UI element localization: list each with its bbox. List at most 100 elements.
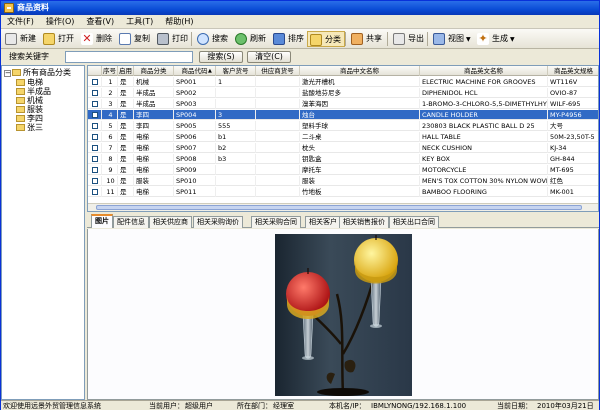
- tab-0[interactable]: 图片: [91, 214, 113, 228]
- search-submit-button[interactable]: 搜索(S): [199, 51, 243, 63]
- table-cell-col-en-name: HALL TABLE: [420, 132, 548, 142]
- table-row[interactable]: 2 是半成品 SP002 盐酸地芬尼多 DIPHENIDOL HCL OVIO-87: [88, 88, 598, 98]
- table-row[interactable]: 6 是电梯 SP006 b1 二斗桌 HALL TABLE 50M-23,50T-5: [88, 132, 598, 142]
- category-button[interactable]: 分类: [307, 31, 345, 47]
- tree-item[interactable]: 电梯: [16, 78, 43, 87]
- table-cell-col-category: 电梯: [134, 154, 174, 164]
- table-row[interactable]: 7 是电梯 SP007 b2 枕头 NECK CUSHION KJ-34: [88, 143, 598, 153]
- table-cell-col-enabled: 是: [118, 143, 134, 153]
- column-header-col-enabled[interactable]: 启用: [118, 66, 134, 76]
- product-table: 序号 启用 商品分类 商品代码 客户货号 供应商货号 商品中文名称 商品英文名称 商品英文规格 ▲…: [87, 65, 599, 212]
- tab-5[interactable]: 相关客户: [305, 216, 341, 228]
- search-button[interactable]: 搜索: [195, 31, 231, 47]
- menu-tools[interactable]: 工具(T): [120, 15, 159, 29]
- menu-file[interactable]: 文件(F): [1, 15, 40, 29]
- row-checkbox-cell: [88, 187, 102, 197]
- row-checkbox[interactable]: [92, 178, 98, 184]
- tree-item[interactable]: 半成品: [16, 87, 51, 96]
- table-cell-col-cn-name: 二斗桌: [300, 132, 420, 142]
- table-cell-col-customer-no: 555: [216, 121, 256, 131]
- row-checkbox[interactable]: [92, 189, 98, 195]
- tab-4[interactable]: 相关采购合同: [251, 216, 301, 228]
- column-header-col-index[interactable]: 序号: [102, 66, 118, 76]
- folder-icon: [16, 115, 25, 122]
- export-button[interactable]: 导出: [391, 31, 427, 47]
- generate-dropdown[interactable]: ✦ 生成 ▼: [475, 31, 518, 47]
- table-row[interactable]: 10 是服装 SP010 服装 MEN'S TOX COTTON 30% NYLON W…: [88, 176, 598, 186]
- table-row[interactable]: 11 是电梯 SP011 竹地板 BAMBOO FLOORING MK-001: [88, 187, 598, 197]
- menu-operate[interactable]: 操作(O): [40, 15, 81, 29]
- tab-3[interactable]: 相关采购询价: [193, 216, 243, 228]
- table-row[interactable]: 5 是李四 SP005 555 塑料手球 230803 BLACK PLASTIC BAL…: [88, 121, 598, 131]
- row-checkbox[interactable]: [92, 156, 98, 162]
- refresh-button[interactable]: 刷新: [233, 31, 269, 47]
- table-row[interactable]: 9 是电梯 SP009 摩托车 MOTORCYCLE MT-695: [88, 165, 598, 175]
- column-header-col-customer-no[interactable]: 客户货号: [216, 66, 256, 76]
- scrollbar-thumb[interactable]: [96, 205, 582, 210]
- tree-root[interactable]: − 所有商品分类: [4, 68, 71, 77]
- row-checkbox-cell: [88, 77, 102, 87]
- column-header-col-category[interactable]: 商品分类: [134, 66, 174, 76]
- tab-6[interactable]: 相关销售报价: [339, 216, 389, 228]
- row-checkbox[interactable]: [92, 123, 98, 129]
- collapse-icon[interactable]: −: [4, 70, 11, 77]
- export-icon: [393, 33, 405, 45]
- table-cell-col-index: 8: [102, 154, 118, 164]
- row-checkbox[interactable]: [92, 167, 98, 173]
- status-host-label: 本机名/IP：: [329, 402, 366, 410]
- column-header-col-en-spec[interactable]: 商品英文规格: [548, 66, 598, 76]
- row-checkbox[interactable]: [92, 101, 98, 107]
- sort-button[interactable]: 排序: [271, 31, 307, 47]
- tree-item[interactable]: 李四: [16, 114, 43, 123]
- tab-7[interactable]: 相关出口合同: [389, 216, 439, 228]
- view-dropdown[interactable]: 视图 ▼: [431, 31, 474, 47]
- column-header-col-en-name[interactable]: 商品英文名称: [420, 66, 548, 76]
- title-bar[interactable]: 商品资料: [1, 1, 599, 15]
- clear-button[interactable]: 清空(C): [247, 51, 291, 63]
- tab-1[interactable]: 配件信息: [113, 216, 149, 228]
- copy-button[interactable]: 复制: [117, 31, 153, 47]
- table-row[interactable]: 8 是电梯 SP008 b3 钥匙盒 KEY BOX GH-844: [88, 154, 598, 164]
- row-checkbox[interactable]: [92, 112, 98, 118]
- tree-item[interactable]: 机械: [16, 96, 43, 105]
- row-checkbox[interactable]: [92, 145, 98, 151]
- share-button[interactable]: 共享: [349, 31, 385, 47]
- delete-button[interactable]: ✕ 删除: [79, 31, 115, 47]
- column-header-checkbox-col[interactable]: [88, 66, 102, 76]
- table-cell-col-code: SP008: [174, 154, 216, 164]
- table-cell-col-cn-name: 溴苯海因: [300, 99, 420, 109]
- table-cell-col-index: 10: [102, 176, 118, 186]
- row-checkbox-cell: [88, 143, 102, 153]
- table-row[interactable]: 4 是李四 SP004 3 烛台 CANDLE HOLDER MY-P4956: [88, 110, 598, 120]
- row-checkbox[interactable]: [92, 79, 98, 85]
- row-checkbox-cell: [88, 132, 102, 142]
- column-header-col-cn-name[interactable]: 商品中文名称: [300, 66, 420, 76]
- open-button[interactable]: 打开: [41, 31, 77, 47]
- table-cell-col-code: SP011: [174, 187, 216, 197]
- menu-view[interactable]: 查看(V): [80, 15, 120, 29]
- new-button[interactable]: 新建: [3, 31, 39, 47]
- table-row[interactable]: 1 是机械 SP001 1 激光开槽机 ELECTRIC MACHINE FOR GROO…: [88, 77, 598, 87]
- print-button[interactable]: 打印: [155, 31, 191, 47]
- table-cell-col-enabled: 是: [118, 187, 134, 197]
- row-checkbox[interactable]: [92, 90, 98, 96]
- table-row[interactable]: 3 是半成品 SP003 溴苯海因 1-BROMO-3-CHLORO-5,5-DIMET…: [88, 99, 598, 109]
- copy-icon: [119, 33, 131, 45]
- product-photo: [275, 234, 412, 396]
- tree-item[interactable]: 服装: [16, 105, 43, 114]
- table-cell-col-supplier-no: [256, 176, 300, 186]
- row-checkbox[interactable]: [92, 134, 98, 140]
- menu-help[interactable]: 帮助(H): [159, 15, 199, 29]
- horizontal-scrollbar[interactable]: [88, 203, 598, 211]
- table-header: 序号 启用 商品分类 商品代码 客户货号 供应商货号 商品中文名称 商品英文名称 商品英文规格 ▲: [88, 66, 598, 76]
- table-cell-col-customer-no: b3: [216, 154, 256, 164]
- tree-item[interactable]: 张三: [16, 123, 43, 132]
- tab-2[interactable]: 相关供应商: [149, 216, 192, 228]
- search-input[interactable]: [65, 51, 193, 63]
- folder-icon: [16, 97, 25, 104]
- toolbar-separator: [191, 32, 192, 46]
- table-cell-col-supplier-no: [256, 99, 300, 109]
- table-cell-col-category: 机械: [134, 77, 174, 87]
- column-header-col-supplier-no[interactable]: 供应商货号: [256, 66, 300, 76]
- toolbar-separator: [427, 32, 428, 46]
